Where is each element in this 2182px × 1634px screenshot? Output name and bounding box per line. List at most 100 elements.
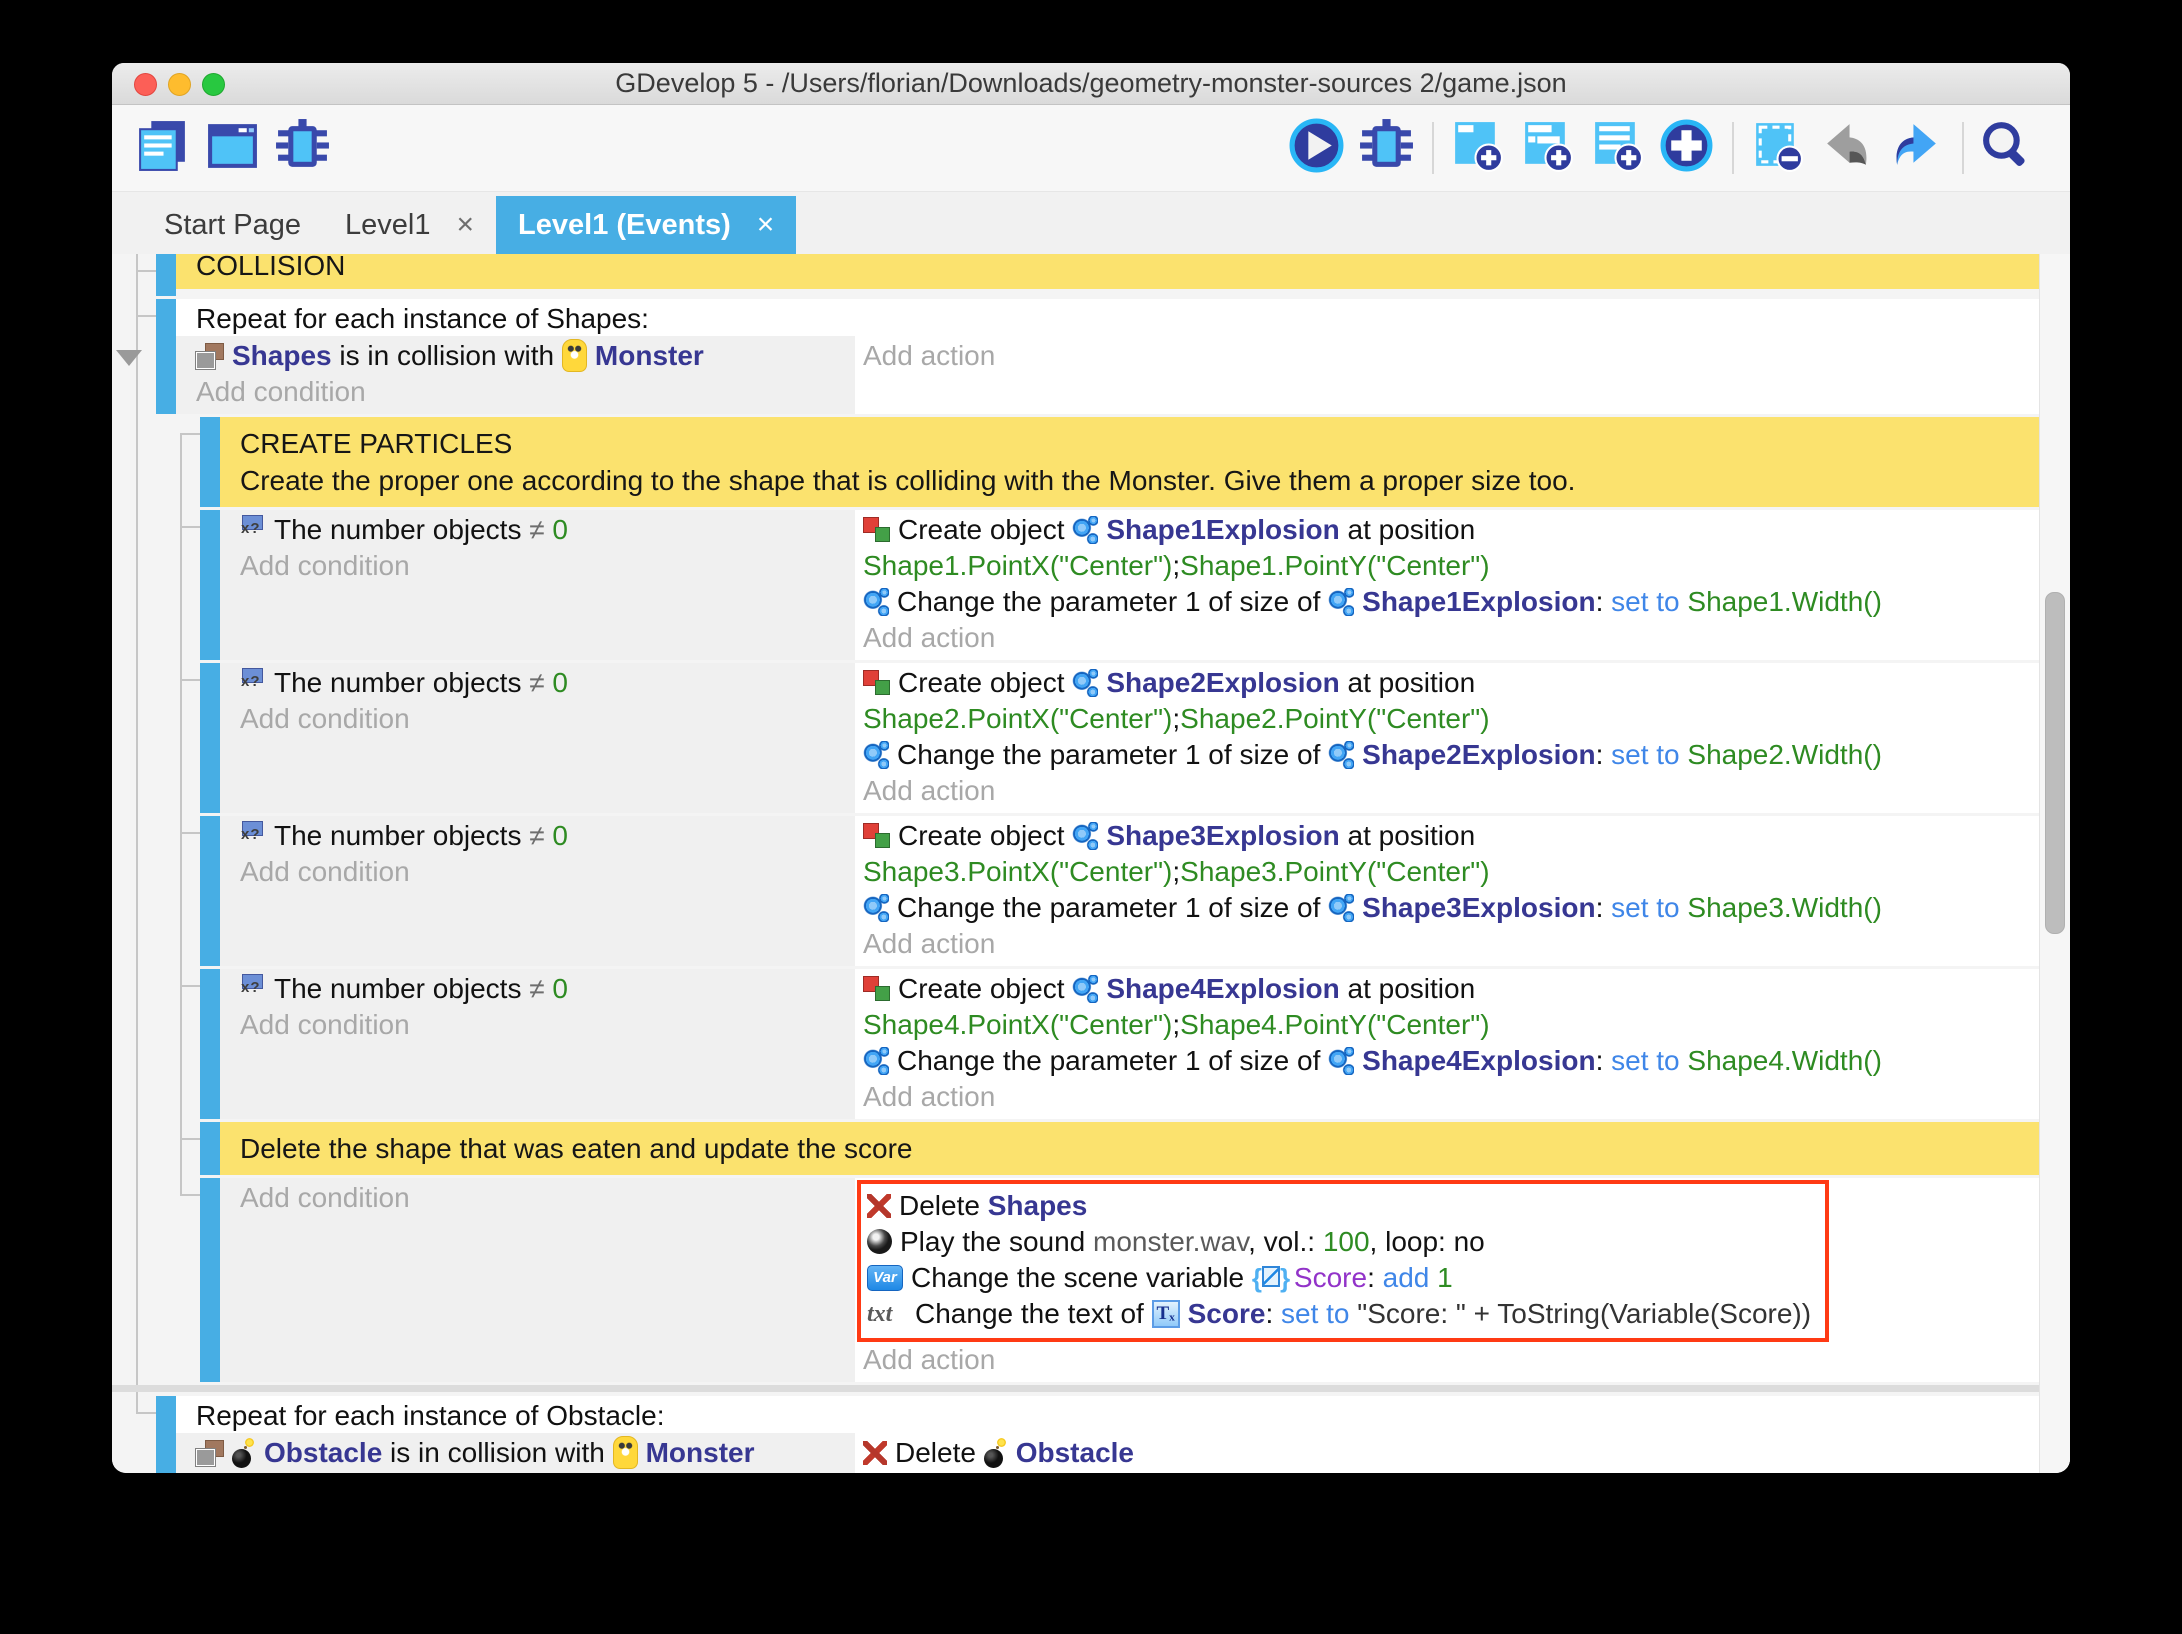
debugger-button[interactable] (1358, 120, 1415, 177)
event-row[interactable]: The number objects ≠ 0Add conditionCreat… (200, 816, 2040, 966)
comment-row[interactable]: Delete the shape that was eaten and upda… (200, 1122, 2040, 1175)
project-manager-button[interactable] (134, 120, 191, 177)
add-event-button[interactable] (1448, 120, 1505, 177)
action-line[interactable]: Shape3.PointX("Center");Shape3.PointY("C… (863, 854, 2040, 890)
actions-cell[interactable]: Add action (855, 336, 2040, 414)
tab-level1-events-[interactable]: Level1 (Events)× (496, 196, 796, 254)
event-row[interactable]: The number objects ≠ 0Add conditionCreat… (200, 663, 2040, 813)
action-line[interactable]: Change the parameter 1 of size of Shape2… (863, 737, 2040, 773)
action-line[interactable]: VarChange the scene variable {}Score: ad… (867, 1260, 1811, 1296)
add-comment-button[interactable] (1588, 120, 1645, 177)
action-line[interactable]: Play the sound monster.wav, vol.: 100, l… (867, 1224, 1811, 1260)
actions-cell[interactable]: Delete ObstacleAdd action (855, 1433, 2040, 1473)
text-segment: Shape1Explosion (1362, 586, 1595, 617)
actions-cell[interactable]: Create object Shape4Explosion at positio… (855, 969, 2040, 1119)
scene-editor-button[interactable] (204, 120, 261, 177)
add-action-link[interactable]: Add action (863, 338, 2040, 374)
event-row[interactable]: The number objects ≠ 0Add conditionCreat… (200, 510, 2040, 660)
action-line[interactable]: Shape4.PointX("Center");Shape4.PointY("C… (863, 1007, 2040, 1043)
condition-line[interactable]: Shapes is in collision with Monster (196, 338, 855, 374)
add-subevent-button[interactable] (1518, 120, 1575, 177)
add-condition-link[interactable]: Add condition (240, 701, 855, 737)
event-handle-bar[interactable] (200, 1178, 220, 1382)
add-action-link[interactable]: Add action (863, 1471, 2040, 1473)
event-handle-bar[interactable] (156, 299, 176, 414)
comment-row[interactable]: CREATE PARTICLESCreate the proper one ac… (200, 417, 2040, 507)
close-tab-icon[interactable]: × (757, 208, 775, 242)
event-handle-bar[interactable] (200, 510, 220, 660)
redo-button[interactable] (1888, 120, 1945, 177)
conditions-cell[interactable]: The number objects ≠ 0Add condition (220, 816, 855, 966)
add-condition-link[interactable]: Add condition (240, 1180, 855, 1216)
conditions-cell[interactable]: Obstacle is in collision with MonsterAdd… (176, 1433, 855, 1473)
vertical-scrollbar[interactable] (2039, 254, 2070, 1473)
tab-level1[interactable]: Level1× (323, 196, 496, 254)
action-line[interactable]: Shape2.PointX("Center");Shape2.PointY("C… (863, 701, 2040, 737)
event-handle-bar[interactable] (200, 417, 220, 507)
debugger-button[interactable] (274, 120, 331, 177)
action-line[interactable]: Change the parameter 1 of size of Shape1… (863, 584, 2040, 620)
event-handle-bar[interactable] (156, 254, 176, 296)
action-line[interactable]: Change the parameter 1 of size of Shape3… (863, 890, 2040, 926)
add-action-link[interactable]: Add action (863, 620, 2040, 656)
actions-cell[interactable]: Create object Shape2Explosion at positio… (855, 663, 2040, 813)
row-content: CREATE PARTICLESCreate the proper one ac… (220, 417, 2040, 507)
variable-badge-icon: {} (1252, 1264, 1286, 1292)
action-line[interactable]: txtChange the text of TₓScore: set to "S… (867, 1296, 1811, 1332)
search-button[interactable] (1978, 120, 2035, 177)
condition-line[interactable]: The number objects ≠ 0 (240, 818, 855, 854)
action-line[interactable]: Create object Shape1Explosion at positio… (863, 512, 2040, 548)
add-new-button[interactable] (1658, 120, 1715, 177)
tab-start-page[interactable]: Start Page (142, 196, 323, 254)
conditions-cell[interactable]: The number objects ≠ 0Add condition (220, 969, 855, 1119)
event-row[interactable]: The number objects ≠ 0Add conditionCreat… (200, 969, 2040, 1119)
action-line[interactable]: Create object Shape4Explosion at positio… (863, 971, 2040, 1007)
action-line[interactable]: Create object Shape3Explosion at positio… (863, 818, 2040, 854)
event-handle-bar[interactable] (200, 663, 220, 813)
add-action-link[interactable]: Add action (863, 1079, 2040, 1115)
scrollbar-thumb[interactable] (2045, 592, 2065, 934)
event-handle-bar[interactable] (200, 1122, 220, 1175)
event-handle-bar[interactable] (200, 816, 220, 966)
condition-line[interactable]: Obstacle is in collision with Monster (196, 1435, 855, 1471)
event-handle-bar[interactable] (156, 1396, 176, 1473)
text-segment: no (1454, 1226, 1485, 1257)
actions-cell[interactable]: Create object Shape1Explosion at positio… (855, 510, 2040, 660)
text-segment: Change the scene variable (911, 1262, 1252, 1293)
conditions-cell[interactable]: Shapes is in collision with MonsterAdd c… (176, 336, 855, 414)
action-line[interactable]: Create object Shape2Explosion at positio… (863, 665, 2040, 701)
event-row[interactable]: Add conditionDelete ShapesPlay the sound… (200, 1178, 2040, 1382)
add-action-link[interactable]: Add action (863, 926, 2040, 962)
conditions-cell[interactable]: The number objects ≠ 0Add condition (220, 510, 855, 660)
conditions-cell[interactable]: Add condition (220, 1178, 855, 1382)
undo-button[interactable] (1818, 120, 1875, 177)
add-action-link[interactable]: Add action (863, 773, 2040, 809)
add-condition-link[interactable]: Add condition (196, 1471, 855, 1473)
close-tab-icon[interactable]: × (457, 208, 475, 242)
play-button[interactable] (1288, 120, 1345, 177)
action-line[interactable]: Delete Shapes (867, 1188, 1811, 1224)
actions-cell[interactable]: Create object Shape3Explosion at positio… (855, 816, 2040, 966)
event-handle-bar[interactable] (200, 969, 220, 1119)
event-row[interactable]: Repeat for each instance of Shapes:Shape… (156, 299, 2040, 414)
add-condition-link[interactable]: Add condition (240, 548, 855, 584)
action-line[interactable]: Delete Obstacle (863, 1435, 2040, 1471)
action-line[interactable]: Shape1.PointX("Center");Shape1.PointY("C… (863, 548, 2040, 584)
add-condition-link[interactable]: Add condition (240, 854, 855, 890)
condition-line[interactable]: The number objects ≠ 0 (240, 971, 855, 1007)
event-row[interactable]: Repeat for each instance of Obstacle:Obs… (156, 1396, 2040, 1473)
text-segment: Score (1188, 1298, 1266, 1329)
add-action-link[interactable]: Add action (863, 1342, 2040, 1378)
action-line[interactable]: Change the parameter 1 of size of Shape4… (863, 1043, 2040, 1079)
debugger-icon (1358, 117, 1415, 179)
condition-line[interactable]: The number objects ≠ 0 (240, 512, 855, 548)
add-condition-link[interactable]: Add condition (196, 374, 855, 410)
condition-line[interactable]: The number objects ≠ 0 (240, 665, 855, 701)
actions-cell[interactable]: Delete ShapesPlay the sound monster.wav,… (855, 1178, 2040, 1382)
conditions-cell[interactable]: The number objects ≠ 0Add condition (220, 663, 855, 813)
add-condition-link[interactable]: Add condition (240, 1007, 855, 1043)
text-segment: ≠ (529, 973, 552, 1004)
objects-group-icon (196, 343, 224, 369)
comment-row[interactable]: COLLISION (156, 254, 2040, 296)
delete-event-button[interactable] (1748, 120, 1805, 177)
